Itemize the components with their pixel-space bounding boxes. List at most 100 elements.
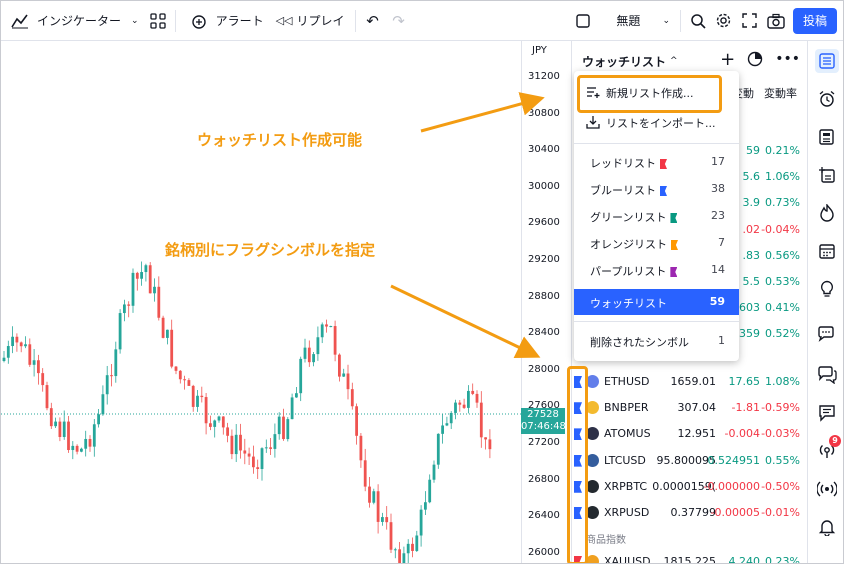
percent-value: -0.50%: [761, 479, 800, 493]
bell-icon[interactable]: [815, 515, 839, 539]
menu-item-watchlist[interactable]: ウォッチリスト 59: [574, 289, 739, 315]
add-symbol-icon[interactable]: +: [720, 51, 735, 70]
symbol-name[interactable]: XAUUSD: [604, 555, 651, 563]
layout-name: 無題: [616, 14, 641, 28]
candle-body: [191, 385, 195, 407]
add-list-icon[interactable]: [815, 163, 839, 187]
symbol-name[interactable]: ATOMUS: [604, 427, 651, 440]
chevron-down-icon[interactable]: ⌄: [131, 16, 139, 26]
candle-body: [316, 337, 320, 355]
price-label: 26000: [528, 546, 560, 558]
chevron-up-icon[interactable]: ^: [670, 56, 678, 66]
candle-body: [80, 448, 83, 452]
price-axis[interactable]: JPY 31200 30800 30400 30000 29600 29200 28800 2…: [521, 41, 571, 563]
candle-body: [419, 509, 423, 536]
col-header-percent[interactable]: 変動率: [764, 85, 797, 101]
chat-bubbles-icon[interactable]: [815, 323, 839, 347]
price-chart[interactable]: [1, 41, 521, 564]
alert-button[interactable]: アラート: [180, 6, 270, 36]
table-row[interactable]: XRPUSD 0.37799 -0.00005 -0.01%: [572, 500, 808, 526]
candle-body: [320, 324, 324, 338]
candle-body: [424, 502, 427, 510]
candle-body: [15, 336, 19, 343]
price-label: 28800: [528, 290, 560, 302]
last-price-tag: 27528 07:46:48: [521, 408, 566, 434]
message-icon[interactable]: [815, 401, 839, 425]
list-name: グリーンリスト: [590, 211, 667, 224]
calendar-icon[interactable]: [815, 239, 839, 263]
indicators-button[interactable]: インジケーター ⌄: [1, 6, 145, 36]
symbol-name[interactable]: BNBPER: [604, 401, 649, 414]
watchlist-icon[interactable]: [815, 49, 839, 73]
menu-item-flag-list[interactable]: パープルリスト 14: [574, 257, 739, 283]
price-label: 30400: [528, 144, 560, 156]
watchlist-title-button[interactable]: ウォッチリスト: [582, 53, 666, 70]
replay-label: リプレイ: [296, 14, 345, 28]
symbol-name[interactable]: XRPBTC: [604, 480, 647, 493]
signal-stream-icon[interactable]: [815, 477, 839, 501]
table-row[interactable]: LTCUSD 95.800095 0.524951 0.55%: [572, 448, 808, 474]
candle-body: [37, 360, 40, 374]
change-value: 5.5: [742, 275, 761, 288]
news-icon[interactable]: [815, 125, 839, 149]
change-value: .83: [742, 248, 761, 262]
pie-chart-icon[interactable]: [747, 51, 763, 70]
last-price: 0.37799: [670, 506, 717, 519]
menu-item-count: 1: [718, 334, 725, 347]
menu-item-deleted-symbols[interactable]: 削除されたシンボル 1: [574, 328, 739, 354]
search-icon[interactable]: [685, 8, 711, 34]
app-window: インジケーター ⌄ アラート ◁◁ リプレイ ↶ ↷ 無題 ⌄ 投稿 JPY 3…: [0, 0, 844, 564]
undo-icon[interactable]: ↶: [360, 8, 386, 34]
menu-item-label: レッドリスト: [590, 155, 667, 171]
menu-item-count: 17: [711, 155, 725, 168]
table-row[interactable]: ATOMUS 12.951 -0.004 -0.03%: [572, 421, 808, 447]
gear-icon[interactable]: [711, 8, 737, 34]
broadcast-alert-icon[interactable]: 9: [815, 435, 841, 461]
currency-label: JPY: [532, 45, 547, 56]
candle-body: [110, 375, 113, 377]
symbol-name[interactable]: XRPUSD: [604, 506, 649, 519]
lightbulb-icon[interactable]: [815, 277, 839, 301]
menu-item-flag-list[interactable]: オレンジリスト 7: [574, 230, 739, 256]
percent-value: 1.06%: [765, 170, 800, 184]
menu-item-flag-list[interactable]: グリーンリスト 23: [574, 203, 739, 229]
candle-body: [359, 435, 363, 461]
menu-item-label: パープルリスト: [590, 263, 678, 279]
layout-square-icon[interactable]: [570, 8, 596, 34]
chat-icon[interactable]: [815, 363, 839, 387]
candle-body: [58, 421, 62, 437]
fullscreen-icon[interactable]: [737, 8, 763, 34]
download-icon: [586, 115, 600, 132]
candle-body: [19, 342, 23, 347]
table-row[interactable]: XAUUSD 1815.225 4.240 0.23%: [572, 549, 808, 563]
alarm-clock-icon[interactable]: [815, 87, 839, 111]
candle-body: [200, 395, 204, 398]
candle-body: [170, 329, 174, 367]
symbol-name[interactable]: ETHUSD: [604, 375, 649, 388]
templates-grid-icon[interactable]: [145, 8, 171, 34]
price-label: 26800: [528, 473, 560, 485]
menu-item-flag-list[interactable]: レッドリスト 17: [574, 149, 739, 175]
candle-body: [11, 336, 14, 347]
layout-name-button[interactable]: 無題 ⌄: [610, 6, 676, 36]
menu-item-flag-list[interactable]: ブルーリスト 38: [574, 176, 739, 202]
percent-value: -0.04%: [761, 222, 800, 236]
candle-body: [75, 445, 79, 452]
candle-body: [28, 344, 32, 365]
more-icon[interactable]: •••: [775, 51, 800, 70]
flame-icon[interactable]: [815, 201, 839, 225]
publish-button[interactable]: 投稿: [792, 7, 837, 34]
candle-body: [415, 535, 419, 551]
symbol-name[interactable]: LTCUSD: [604, 454, 646, 467]
menu-item-label: 削除されたシンボル: [590, 336, 689, 349]
candlestick-chart[interactable]: [1, 41, 521, 564]
replay-button[interactable]: ◁◁ リプレイ: [270, 6, 351, 36]
camera-icon[interactable]: [763, 8, 789, 34]
table-row[interactable]: XRPBTC 0.0000159(-0.000000 -0.50%: [572, 474, 808, 500]
table-row[interactable]: BNBPER 307.04 -1.81 -0.59%: [572, 395, 808, 421]
highlight-flag-column: [567, 366, 588, 563]
table-row[interactable]: ETHUSD 1659.01 17.65 1.08%: [572, 369, 808, 395]
redo-icon[interactable]: ↷: [386, 8, 412, 34]
price-label: 27200: [528, 437, 560, 448]
candle-body: [213, 420, 217, 427]
